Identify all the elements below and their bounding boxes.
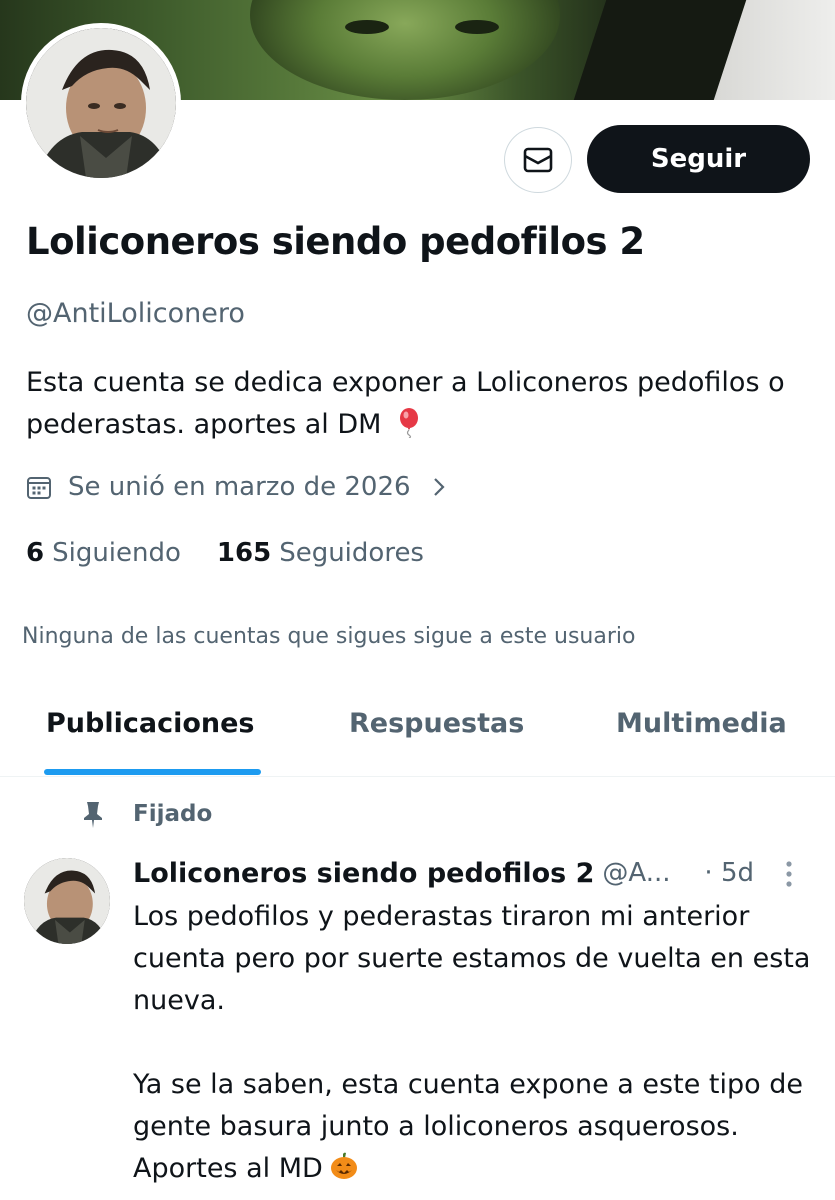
calendar-icon	[27, 477, 51, 499]
message-button[interactable]	[504, 127, 572, 193]
post-paragraph-2: Ya se la saben, esta cuenta expone a est…	[133, 1064, 823, 1190]
follow-stats: 6 Siguiendo 165 Seguidores	[26, 538, 424, 568]
post-author-handle[interactable]: @A...	[602, 858, 682, 888]
more-options-icon[interactable]	[783, 859, 795, 889]
chevron-right-icon	[433, 478, 445, 496]
post-paragraph-1: Los pedofilos y pederastas tiraron mi an…	[133, 901, 811, 1016]
active-tab-indicator	[44, 769, 261, 775]
post-header: Loliconeros siendo pedofilos 2 @A... · 5…	[133, 853, 823, 893]
tab-publicaciones[interactable]: Publicaciones	[46, 708, 255, 739]
jack-o-lantern-emoji-icon	[330, 1152, 357, 1179]
following-count: 6	[26, 538, 45, 568]
pinned-indicator: Fijado	[80, 800, 212, 828]
post-body: Los pedofilos y pederastas tiraron mi an…	[133, 896, 823, 1190]
banner-figure	[250, 0, 560, 100]
pinned-label: Fijado	[133, 801, 213, 827]
followers-label: Seguidores	[279, 538, 424, 568]
banner-eye-left	[345, 20, 389, 34]
profile-tabs: Publicaciones Respuestas Multimedia	[0, 690, 835, 777]
avatar-portrait	[26, 28, 176, 178]
pin-icon	[84, 802, 102, 828]
banner-shadow	[573, 0, 747, 100]
profile-bio: Esta cuenta se dedica exponer a Lolicone…	[26, 362, 816, 446]
profile-avatar[interactable]	[21, 23, 181, 183]
following-link[interactable]: 6 Siguiendo	[26, 538, 181, 568]
joined-text: Se unió en marzo de 2026	[68, 472, 411, 502]
following-label: Siguiendo	[52, 538, 181, 568]
tab-respuestas[interactable]: Respuestas	[349, 708, 524, 739]
envelope-icon	[523, 147, 553, 173]
follow-button[interactable]: Seguir	[587, 125, 810, 193]
balloon-emoji-icon	[400, 408, 419, 438]
followers-count: 165	[216, 538, 272, 568]
post-timestamp[interactable]: · 5d	[704, 858, 754, 888]
profile-display-name: Loliconeros siendo pedofilos 2	[26, 220, 645, 263]
post-author-name[interactable]: Loliconeros siendo pedofilos 2	[133, 858, 594, 889]
followers-link[interactable]: 165 Seguidores	[217, 538, 424, 568]
banner-eye-right	[455, 20, 499, 34]
post-paragraph-2-text: Ya se la saben, esta cuenta expone a est…	[133, 1069, 803, 1184]
mutual-followers-note: Ninguna de las cuentas que sigues sigue …	[22, 624, 636, 649]
joined-date[interactable]: Se unió en marzo de 2026	[26, 472, 449, 502]
profile-handle: @AntiLoliconero	[26, 298, 245, 329]
avatar-portrait-small	[24, 858, 110, 944]
post-author-avatar[interactable]	[24, 858, 110, 944]
tab-multimedia[interactable]: Multimedia	[616, 708, 787, 739]
